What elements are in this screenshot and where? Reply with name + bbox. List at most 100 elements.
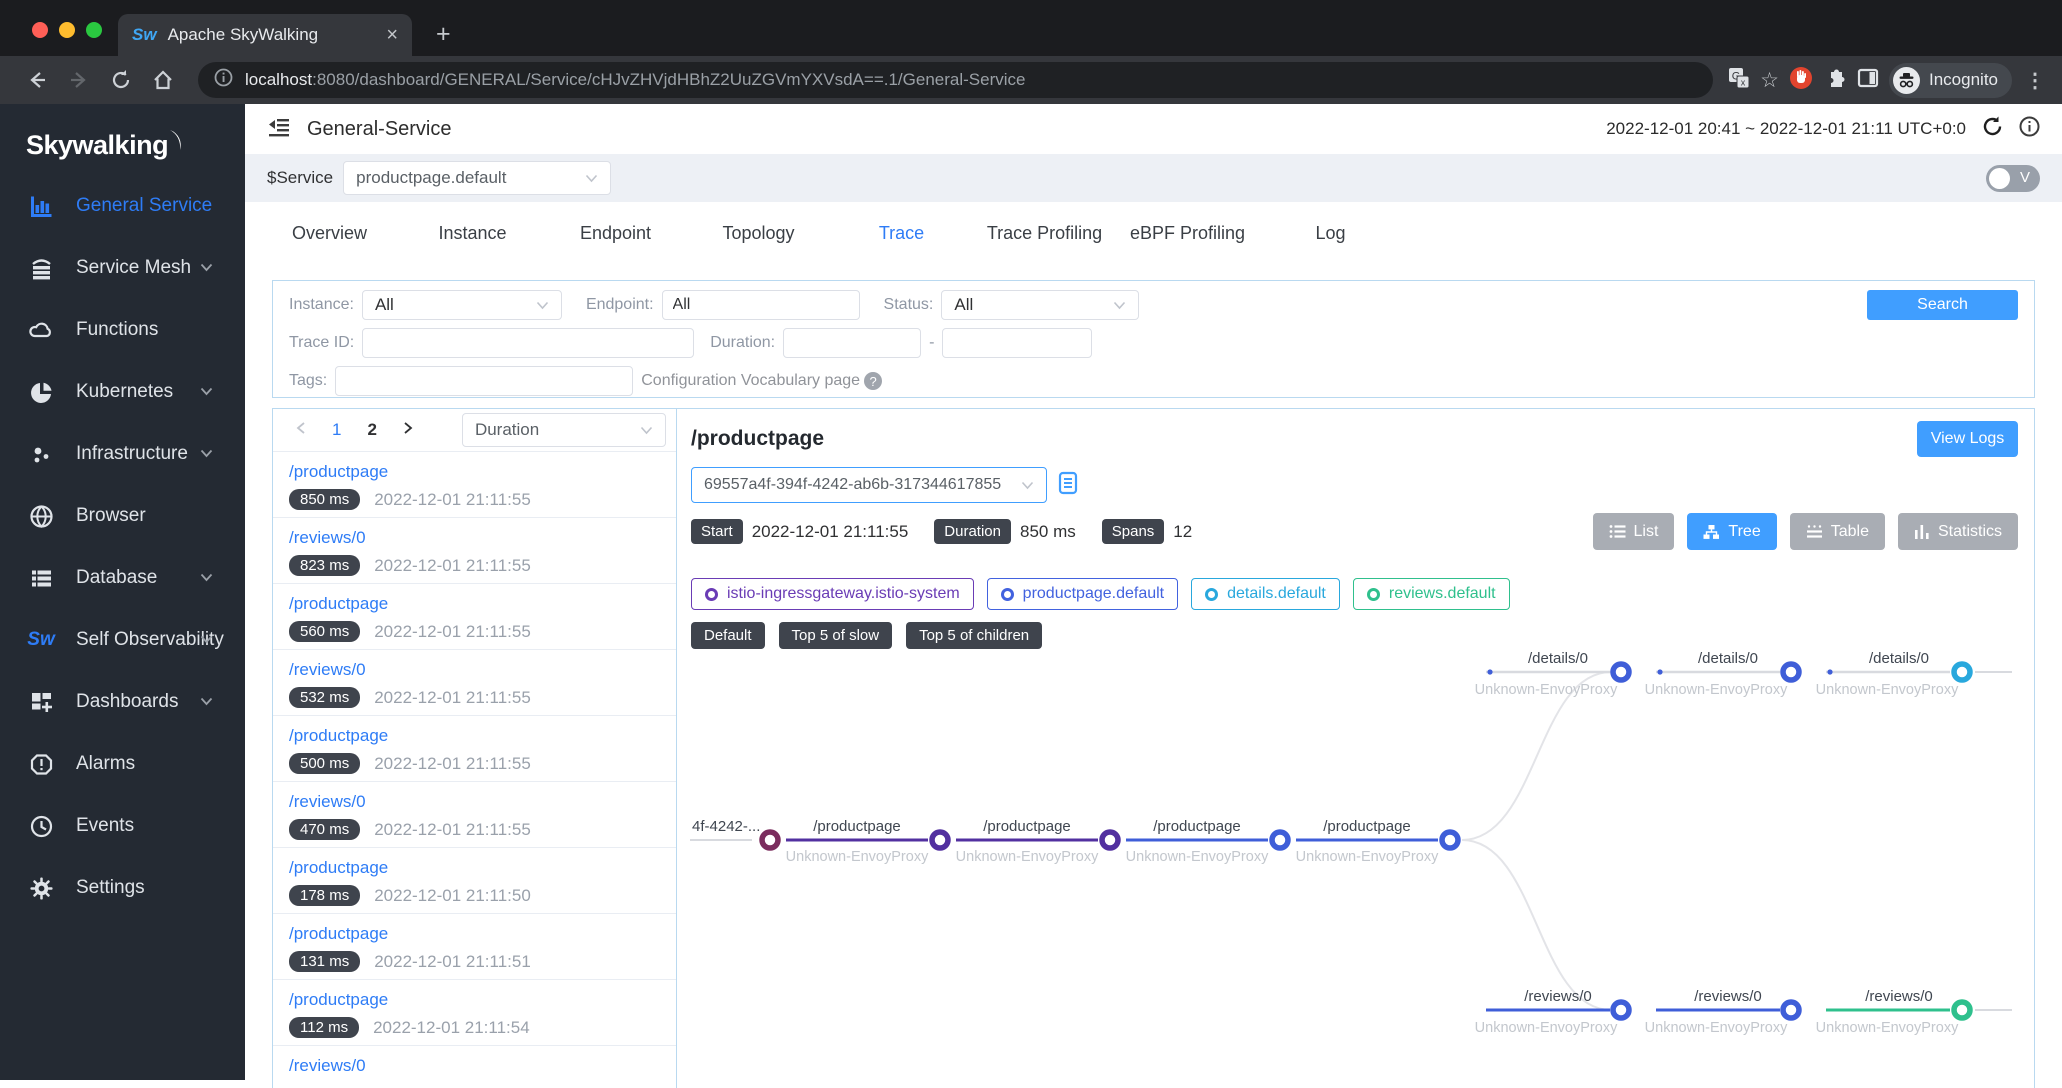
- sidebar-item-general-service[interactable]: General Service: [0, 175, 245, 237]
- trace-list-item[interactable]: /productpage 560 ms2022-12-01 21:11:55: [273, 583, 676, 649]
- help-icon[interactable]: ?: [864, 372, 882, 390]
- tree-node[interactable]: [1442, 832, 1458, 848]
- sidebar-item-settings[interactable]: Settings: [0, 857, 245, 919]
- tab-close-icon[interactable]: ×: [386, 25, 398, 45]
- list-view-button[interactable]: List: [1593, 513, 1675, 550]
- duration-min-input[interactable]: [783, 328, 921, 358]
- maximize-window-button[interactable]: [86, 22, 102, 38]
- trace-endpoint[interactable]: /reviews/0: [289, 660, 660, 680]
- home-icon[interactable]: [152, 69, 174, 91]
- search-button[interactable]: Search: [1867, 290, 2018, 320]
- trace-endpoint[interactable]: /productpage: [289, 726, 660, 746]
- tree-node[interactable]: [1954, 1002, 1970, 1018]
- tab-overview[interactable]: Overview: [258, 223, 401, 244]
- sidebar-item-service-mesh[interactable]: Service Mesh: [0, 237, 245, 299]
- page-2-button[interactable]: 2: [367, 420, 376, 440]
- close-window-button[interactable]: [32, 22, 48, 38]
- refresh-icon[interactable]: [1981, 115, 2004, 143]
- minimize-window-button[interactable]: [59, 22, 75, 38]
- sidebar-item-browser[interactable]: Browser: [0, 485, 245, 547]
- info-icon[interactable]: [2019, 116, 2040, 142]
- trace-list-item[interactable]: /productpage 178 ms2022-12-01 21:11:50: [273, 847, 676, 913]
- trace-endpoint[interactable]: /productpage: [289, 858, 660, 878]
- bookmark-star-icon[interactable]: ☆: [1760, 68, 1779, 93]
- trace-endpoint[interactable]: /productpage: [289, 924, 660, 944]
- forward-icon[interactable]: [68, 69, 90, 91]
- side-panel-icon[interactable]: [1856, 66, 1880, 95]
- trace-endpoint[interactable]: /reviews/0: [289, 528, 660, 548]
- trace-list-item[interactable]: /reviews/0 823 ms2022-12-01 21:11:55: [273, 517, 676, 583]
- time-range[interactable]: 2022-12-01 20:41 ~ 2022-12-01 21:11 UTC+…: [1606, 119, 1966, 139]
- tree-view-button[interactable]: Tree: [1687, 513, 1776, 550]
- site-info-icon[interactable]: [214, 68, 233, 92]
- trace-list-item[interactable]: /productpage 850 ms2022-12-01 21:11:55: [273, 451, 676, 517]
- tab-instance[interactable]: Instance: [401, 223, 544, 244]
- page-1-button[interactable]: 1: [332, 420, 341, 440]
- tree-node[interactable]: [1783, 1002, 1799, 1018]
- sidebar-item-events[interactable]: Events: [0, 795, 245, 857]
- sidebar-item-dashboards[interactable]: Dashboards: [0, 671, 245, 733]
- copy-trace-id-icon[interactable]: [1057, 471, 1079, 500]
- trace-list-item[interactable]: /productpage 112 ms2022-12-01 21:11:54: [273, 979, 676, 1045]
- trace-endpoint[interactable]: /productpage: [289, 462, 660, 482]
- statistics-view-button[interactable]: Statistics: [1898, 513, 2018, 550]
- tags-input[interactable]: [335, 366, 633, 396]
- trace-list-item[interactable]: /productpage 131 ms2022-12-01 21:11:51: [273, 913, 676, 979]
- tree-node[interactable]: [1272, 832, 1288, 848]
- trace-id-input[interactable]: [362, 328, 694, 358]
- tree-node[interactable]: [1613, 664, 1629, 680]
- tab-ebpf-profiling[interactable]: eBPF Profiling: [1116, 223, 1259, 244]
- tab-trace[interactable]: Trace: [830, 223, 973, 244]
- sidebar-item-self-observability[interactable]: Sw Self Observability: [0, 609, 245, 671]
- translate-icon[interactable]: Gx: [1727, 66, 1751, 95]
- trace-endpoint[interactable]: /reviews/0: [289, 1056, 660, 1076]
- tree-node-root[interactable]: [762, 832, 778, 848]
- view-mode-buttons: List Tree Table Statistics: [1593, 513, 2018, 550]
- reload-icon[interactable]: [110, 69, 132, 91]
- tab-topology[interactable]: Topology: [687, 223, 830, 244]
- tab-trace-profiling[interactable]: Trace Profiling: [973, 223, 1116, 244]
- next-page-icon[interactable]: [403, 420, 414, 440]
- endpoint-input[interactable]: [662, 290, 860, 320]
- window-controls[interactable]: [32, 22, 102, 38]
- sidebar-item-functions[interactable]: Functions: [0, 299, 245, 361]
- trace-endpoint[interactable]: /reviews/0: [289, 792, 660, 812]
- duration-max-input[interactable]: [942, 328, 1092, 358]
- url-bar[interactable]: localhost:8080/dashboard/GENERAL/Service…: [198, 62, 1713, 98]
- table-view-button[interactable]: Table: [1790, 513, 1885, 550]
- back-icon[interactable]: [26, 69, 48, 91]
- extensions-puzzle-icon[interactable]: [1823, 66, 1847, 95]
- adblock-extension-icon[interactable]: [1788, 65, 1814, 96]
- trace-list-item[interactable]: /reviews/0 470 ms2022-12-01 21:11:55: [273, 781, 676, 847]
- instance-select[interactable]: All: [362, 290, 562, 320]
- trace-endpoint[interactable]: /productpage: [289, 990, 660, 1010]
- trace-list-item[interactable]: /reviews/0: [273, 1045, 676, 1088]
- tree-node[interactable]: [932, 832, 948, 848]
- tab-log[interactable]: Log: [1259, 223, 1402, 244]
- sort-select[interactable]: Duration: [462, 413, 666, 447]
- version-toggle[interactable]: V: [1986, 165, 2040, 192]
- sidebar-item-kubernetes[interactable]: Kubernetes: [0, 361, 245, 423]
- prev-page-icon[interactable]: [295, 420, 306, 440]
- trace-id-select[interactable]: 69557a4f-394f-4242-ab6b-317344617855: [691, 467, 1047, 503]
- trace-list-item[interactable]: /reviews/0 532 ms2022-12-01 21:11:55: [273, 649, 676, 715]
- sidebar-item-database[interactable]: Database: [0, 547, 245, 609]
- sidebar-item-infrastructure[interactable]: Infrastructure: [0, 423, 245, 485]
- tree-node[interactable]: [1783, 664, 1799, 680]
- span-tree-diagram[interactable]: 4f-4242-... /productpage Unknown-EnvoyPr…: [690, 605, 2046, 1085]
- service-select[interactable]: productpage.default: [343, 161, 611, 195]
- browser-tab[interactable]: Sw Apache SkyWalking ×: [118, 14, 412, 56]
- collapse-sidebar-icon[interactable]: [267, 116, 291, 143]
- browser-menu-icon[interactable]: ⋮: [2025, 68, 2046, 93]
- new-tab-button[interactable]: +: [436, 22, 451, 47]
- tab-endpoint[interactable]: Endpoint: [544, 223, 687, 244]
- trace-list-item[interactable]: /productpage 500 ms2022-12-01 21:11:55: [273, 715, 676, 781]
- trace-endpoint[interactable]: /productpage: [289, 594, 660, 614]
- tree-node[interactable]: [1613, 1002, 1629, 1018]
- tree-node[interactable]: [1954, 664, 1970, 680]
- vocabulary-link[interactable]: Configuration Vocabulary page ?: [641, 372, 882, 390]
- sidebar-item-alarms[interactable]: Alarms: [0, 733, 245, 795]
- view-logs-button[interactable]: View Logs: [1917, 421, 2018, 457]
- status-select[interactable]: All: [941, 290, 1139, 320]
- tree-node[interactable]: [1102, 832, 1118, 848]
